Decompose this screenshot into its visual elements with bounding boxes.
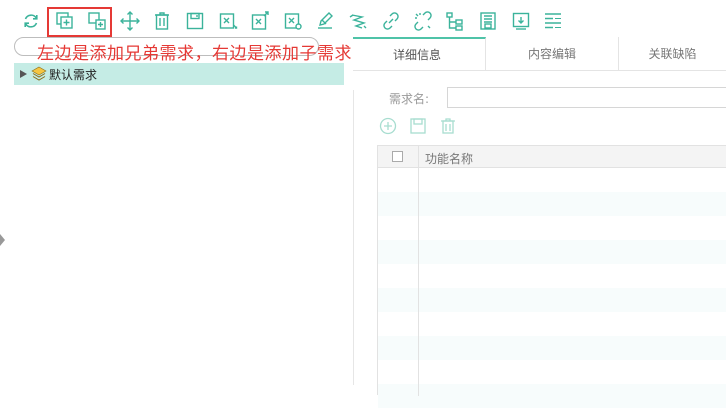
save-icon [186,12,204,30]
tree-node-label: 默认需求 [49,67,98,82]
save-row-button[interactable] [409,117,427,135]
delete-icon [441,118,455,134]
export-icon [251,11,269,30]
unlink-button[interactable] [412,10,434,32]
add-circle-icon [379,117,397,135]
archive-icon [480,12,496,30]
download-list-button[interactable] [510,10,532,32]
add-row-button[interactable] [379,117,397,135]
add-child-icon [88,12,106,30]
link-icon [383,12,399,30]
import-icon [219,13,238,29]
delete-icon [155,12,169,30]
delete-button[interactable] [151,10,173,32]
tree-node-root[interactable]: 默认需求 [14,63,344,85]
table-row[interactable] [378,192,726,216]
export-button[interactable] [249,10,271,32]
refresh-icon [24,14,38,28]
delete-row-button[interactable] [439,117,457,135]
save-button[interactable] [184,10,206,32]
list-view-icon [545,13,561,29]
select-all-checkbox[interactable] [392,151,403,162]
grid-header: 功能名称 [378,146,726,168]
tree-structure-button[interactable] [444,10,466,32]
tab-related-defects[interactable]: 关联缺陷 [619,37,726,70]
table-row[interactable] [378,336,726,360]
archive-button[interactable] [477,10,499,32]
requirement-name-input[interactable] [447,87,726,108]
function-grid: 功能名称 [377,145,726,408]
requirement-name-label: 需求名: [389,92,430,106]
tab-bar: 详细信息 内容编辑 关联缺陷 [353,37,726,71]
list-view-button[interactable] [542,10,564,32]
tab-details[interactable]: 详细信息 [353,37,486,70]
table-row[interactable] [378,384,726,408]
panel-divider [353,90,354,385]
add-sibling-icon [56,12,73,29]
edit-icon [318,12,333,29]
move-button[interactable] [119,10,141,32]
stack-icon [31,66,47,81]
link-button[interactable] [380,10,402,32]
settings-doc-button[interactable] [282,10,304,32]
annotation-text: 左边是添加兄弟需求，右边是添加子需求 [37,44,352,64]
tab-content-edit[interactable]: 内容编辑 [486,37,619,70]
table-row[interactable] [378,240,726,264]
download-list-icon [512,12,530,30]
add-child-button[interactable] [86,10,108,32]
edit-button[interactable] [314,10,336,32]
add-sibling-button[interactable] [54,10,76,32]
column-separator [418,146,419,396]
refresh-button[interactable] [20,10,42,32]
column-header-function-name[interactable]: 功能名称 [425,150,473,167]
toolbar [12,6,572,37]
expand-arrow-icon[interactable] [20,70,27,78]
table-row[interactable] [378,288,726,312]
move-icon [120,11,140,31]
layers-button[interactable] [347,10,369,32]
tree-structure-icon [446,12,463,31]
settings-doc-icon [284,13,302,30]
save-icon [410,118,426,134]
collapse-handle[interactable] [0,234,5,246]
import-button[interactable] [217,10,239,32]
layers-icon [349,14,367,29]
unlink-icon [414,11,432,31]
